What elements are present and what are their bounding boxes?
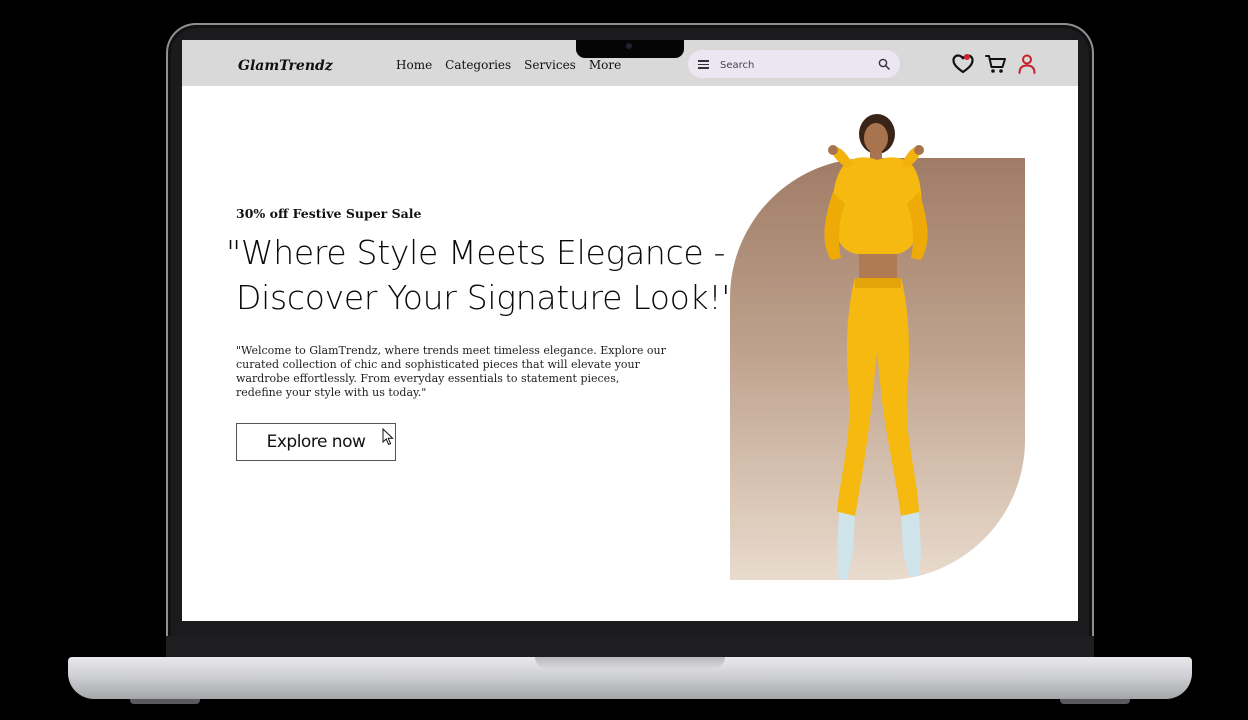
laptop-base <box>68 657 1192 699</box>
camera-notch <box>576 40 684 58</box>
fashion-model-image <box>824 114 928 580</box>
menu-icon[interactable] <box>698 60 709 69</box>
nav-link-more[interactable]: More <box>589 58 621 72</box>
sale-tagline: 30% off Festive Super Sale <box>236 206 422 221</box>
search-icon[interactable] <box>878 58 890 70</box>
hero-headline: "Where Style Meets Elegance - Discover Y… <box>226 230 746 320</box>
laptop-screen: GlamTrendz Home Categories Services More <box>182 40 1078 621</box>
nav-links: Home Categories Services More <box>396 58 634 72</box>
hero-description: "Welcome to GlamTrendz, where trends mee… <box>236 344 666 399</box>
mouse-cursor-icon <box>382 428 394 446</box>
search-input[interactable] <box>718 54 872 76</box>
hero-headline-line-2: Discover Your Signature Look!" <box>236 278 737 317</box>
wishlist-badge-dot <box>964 54 970 60</box>
laptop-foot-right <box>1060 699 1130 704</box>
camera-icon <box>626 43 632 49</box>
hero-headline-line-1: "Where Style Meets Elegance - <box>226 233 726 272</box>
nav-link-home[interactable]: Home <box>396 58 432 72</box>
laptop-foot-left <box>130 699 200 704</box>
cart-icon[interactable] <box>985 54 1007 74</box>
laptop-base-notch <box>535 657 725 669</box>
nav-link-categories[interactable]: Categories <box>445 58 511 72</box>
explore-now-button[interactable]: Explore now <box>236 423 396 461</box>
laptop-chin <box>166 636 1094 658</box>
site-logo[interactable]: GlamTrendz <box>238 58 333 74</box>
search-bar <box>688 50 900 78</box>
nav-link-services[interactable]: Services <box>524 58 576 72</box>
user-icon[interactable] <box>1018 54 1036 74</box>
heart-icon[interactable] <box>952 54 974 74</box>
